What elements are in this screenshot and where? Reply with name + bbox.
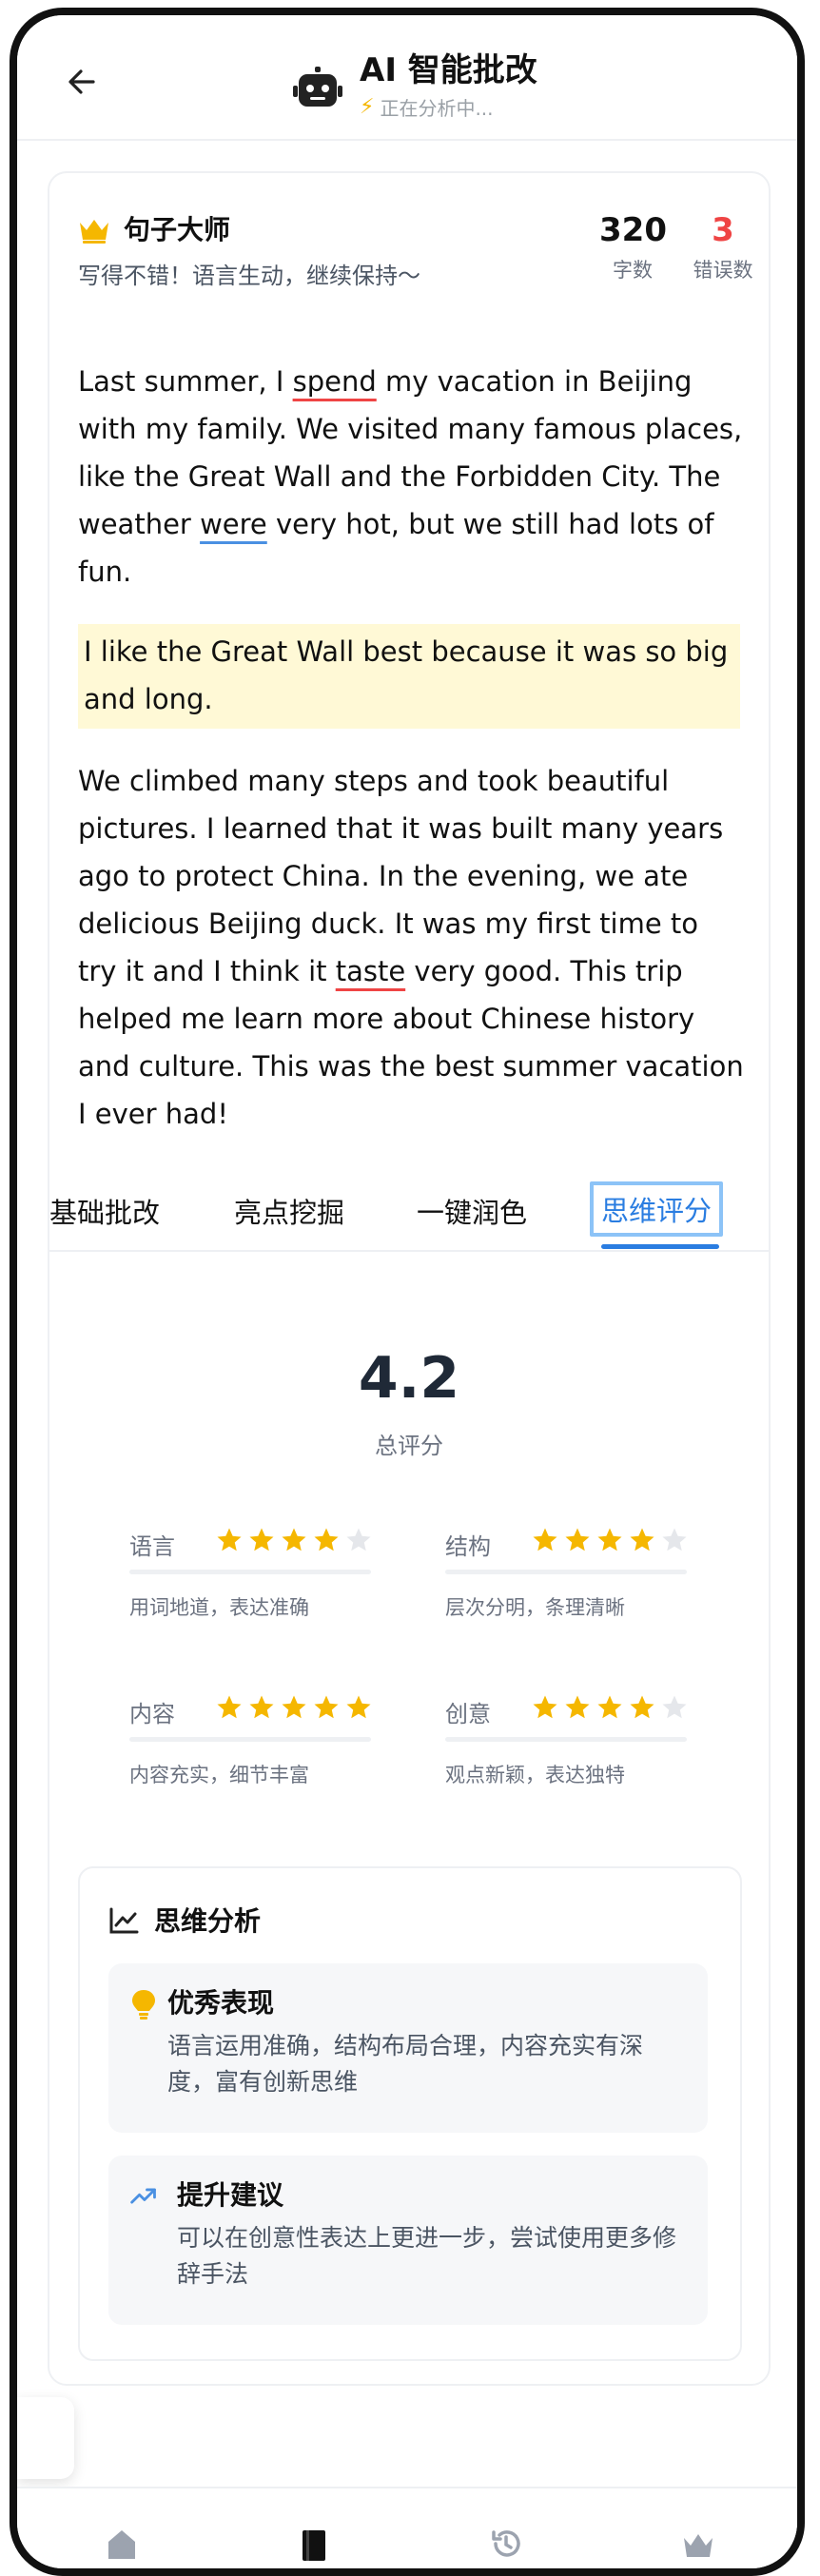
star-icon — [565, 1528, 590, 1551]
status-label: 正在分析中... — [380, 97, 494, 120]
star-icon — [346, 1695, 371, 1719]
tab-polish[interactable]: 一键润色 — [417, 1191, 527, 1231]
metric-desc: 层次分明，条理清晰 — [445, 1596, 625, 1619]
metric-desc: 用词地道，表达准确 — [129, 1596, 309, 1619]
star-icon — [630, 1695, 654, 1719]
metric-name: 结构 — [445, 1533, 491, 1560]
divider — [129, 1570, 371, 1574]
star-icon — [282, 1528, 306, 1551]
badge-title: 句子大师 — [124, 214, 231, 245]
star-icon — [314, 1695, 339, 1719]
star-icon — [533, 1528, 557, 1551]
active-tab-indicator — [601, 1244, 719, 1249]
essay-text: Last summer, I — [78, 365, 293, 398]
lightbulb-icon — [132, 1990, 155, 2020]
star-icon — [630, 1528, 654, 1551]
result-card: 句子大师 写得不错！语言生动，继续保持～ 320 字数 3 错误数 Last s… — [48, 171, 771, 2386]
metric-name: 内容 — [129, 1701, 175, 1727]
word-count-stat: 320 字数 — [599, 211, 667, 283]
strength-text: 语言运用准确，结构布局合理，内容充实有深度，富有创新思维 — [167, 2032, 644, 2096]
star-icon — [597, 1528, 622, 1551]
star-rating — [531, 1526, 689, 1554]
strength-box: 优秀表现 语言运用准确，结构布局合理，内容充实有深度，富有创新思维 — [108, 1963, 708, 2133]
error-mark-taste[interactable]: taste — [336, 955, 405, 987]
highlight-sentence[interactable]: I like the Great Wall best because it wa… — [78, 624, 740, 729]
star-icon — [282, 1695, 306, 1719]
bottom-nav — [17, 2487, 797, 2568]
top-bar: AI 智能批改 ⚡ 正在分析中... — [17, 15, 797, 141]
word-count-label: 字数 — [613, 259, 653, 282]
star-rating — [215, 1693, 373, 1722]
divider — [445, 1737, 687, 1742]
essay-paragraph-1: Last summer, I spend my vacation in Beij… — [78, 358, 744, 595]
error-count-stat: 3 错误数 — [685, 211, 761, 283]
analysis-title: 思维分析 — [154, 1905, 262, 1937]
star-icon — [662, 1528, 687, 1551]
tab-highlights[interactable]: 亮点挖掘 — [234, 1191, 344, 1231]
error-mark-spend[interactable]: spend — [293, 365, 377, 398]
back-arrow-icon[interactable] — [65, 65, 99, 99]
star-icon — [597, 1695, 622, 1719]
suggestion-box: 提升建议 可以在创意性表达上更进一步，尝试使用更多修辞手法 — [108, 2156, 708, 2325]
total-score: 4.2 — [358, 1345, 460, 1412]
metric-name: 创意 — [445, 1701, 491, 1727]
star-icon — [249, 1695, 274, 1719]
status-text: ⚡ 正在分析中... — [360, 93, 494, 121]
star-rating — [215, 1526, 373, 1554]
error-mark-were[interactable]: were — [200, 508, 267, 540]
metric-desc: 内容充实，细节丰富 — [129, 1764, 309, 1786]
book-icon[interactable] — [297, 2527, 331, 2561]
star-icon — [217, 1695, 242, 1719]
divider — [445, 1570, 687, 1574]
chart-line-icon — [109, 1907, 139, 1934]
essay-text: We climbed many steps and took beautiful… — [78, 765, 724, 987]
star-icon — [346, 1528, 371, 1551]
star-rating — [531, 1693, 689, 1722]
screen: AI 智能批改 ⚡ 正在分析中... 句子大师 写得不错！语言生动，继续保持～ … — [17, 15, 797, 2568]
star-icon — [314, 1528, 339, 1551]
metric-desc: 观点新颖，表达独特 — [445, 1764, 625, 1786]
crown-icon — [80, 220, 108, 244]
star-icon — [217, 1528, 242, 1551]
tab-bar: 基础批改 亮点挖掘 一键润色 思维评分 — [49, 1174, 769, 1252]
total-score-label: 总评分 — [375, 1433, 443, 1459]
error-count-label: 错误数 — [693, 259, 753, 282]
suggestion-text: 可以在创意性表达上更进一步，尝试使用更多修辞手法 — [177, 2224, 677, 2288]
suggestion-title: 提升建议 — [177, 2179, 284, 2211]
praise-text: 写得不错！语言生动，继续保持～ — [78, 263, 420, 289]
tab-thinking-score[interactable]: 思维评分 — [590, 1181, 724, 1237]
bolt-icon: ⚡ — [360, 95, 375, 119]
star-icon — [249, 1528, 274, 1551]
phone-frame: AI 智能批改 ⚡ 正在分析中... 句子大师 写得不错！语言生动，继续保持～ … — [10, 8, 805, 2576]
metric-name: 语言 — [129, 1533, 175, 1560]
essay-paragraph-3: We climbed many steps and took beautiful… — [78, 757, 744, 1138]
history-icon[interactable] — [489, 2527, 523, 2561]
trend-up-icon — [130, 2188, 156, 2204]
star-icon — [533, 1695, 557, 1719]
home-icon[interactable] — [105, 2527, 139, 2561]
tab-basic[interactable]: 基础批改 — [49, 1191, 160, 1231]
floating-panel[interactable] — [17, 2397, 74, 2479]
star-icon — [662, 1695, 687, 1719]
crown-icon[interactable] — [681, 2527, 715, 2561]
thinking-analysis-panel: 思维分析 优秀表现 语言运用准确，结构布局合理，内容充实有深度，富有创新思维 提… — [78, 1866, 742, 2361]
star-icon — [565, 1695, 590, 1719]
robot-icon — [293, 67, 342, 107]
divider — [129, 1737, 371, 1742]
strength-title: 优秀表现 — [167, 1987, 275, 2019]
page-title: AI 智能批改 — [360, 51, 537, 89]
word-count: 320 — [599, 211, 667, 249]
error-count: 3 — [712, 211, 734, 249]
